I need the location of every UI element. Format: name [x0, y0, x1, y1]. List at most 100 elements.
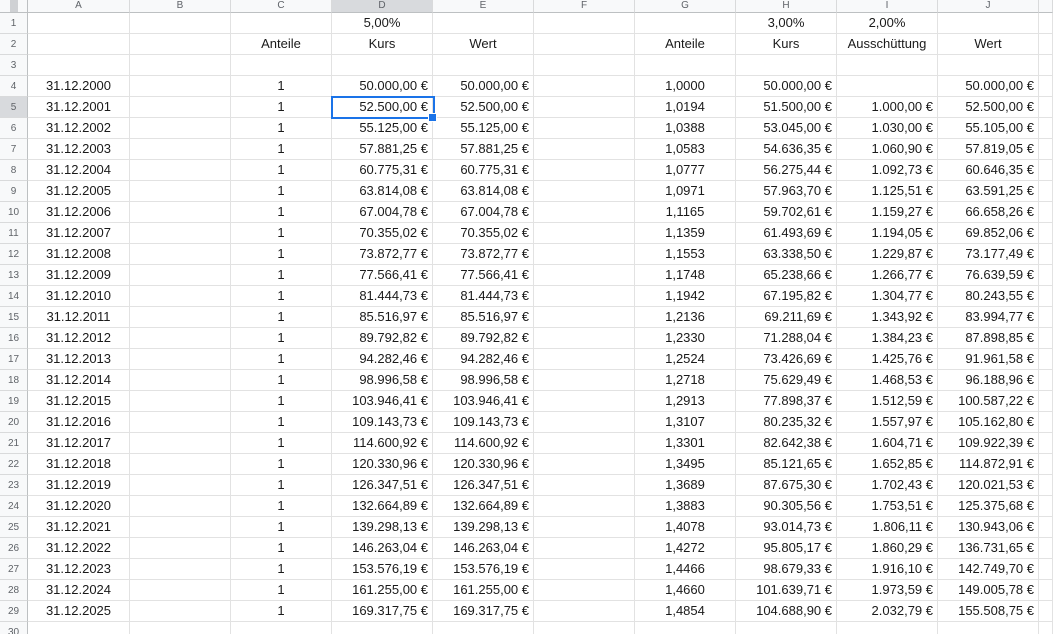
- cell-H14[interactable]: 67.195,82 €: [736, 286, 837, 307]
- cell-F29[interactable]: [534, 601, 635, 622]
- cell-D6[interactable]: 55.125,00 €: [332, 118, 433, 139]
- cell-I25[interactable]: 1.806,11 €: [837, 517, 938, 538]
- cell-F3[interactable]: [534, 55, 635, 76]
- cell-B15[interactable]: [130, 307, 231, 328]
- cell-G17[interactable]: 1,2524: [635, 349, 736, 370]
- cell-I26[interactable]: 1.860,29 €: [837, 538, 938, 559]
- cell-H28[interactable]: 101.639,71 €: [736, 580, 837, 601]
- row-header-23[interactable]: 23: [0, 475, 28, 496]
- cell-C9[interactable]: 1: [231, 181, 332, 202]
- cell-I8[interactable]: 1.092,73 €: [837, 160, 938, 181]
- cell-D9[interactable]: 63.814,08 €: [332, 181, 433, 202]
- cell-I18[interactable]: 1.468,53 €: [837, 370, 938, 391]
- cell-B10[interactable]: [130, 202, 231, 223]
- cell-D16[interactable]: 89.792,82 €: [332, 328, 433, 349]
- row-header-18[interactable]: 18: [0, 370, 28, 391]
- cell-I5[interactable]: 1.000,00 €: [837, 97, 938, 118]
- cell-J15[interactable]: 83.994,77 €: [938, 307, 1039, 328]
- cell-E2[interactable]: Wert: [433, 34, 534, 55]
- cell-E19[interactable]: 103.946,41 €: [433, 391, 534, 412]
- cell-I20[interactable]: 1.557,97 €: [837, 412, 938, 433]
- cell-H18[interactable]: 75.629,49 €: [736, 370, 837, 391]
- cell-partial-8[interactable]: [1039, 160, 1053, 181]
- cell-D10[interactable]: 67.004,78 €: [332, 202, 433, 223]
- cell-E5[interactable]: 52.500,00 €: [433, 97, 534, 118]
- cell-F16[interactable]: [534, 328, 635, 349]
- cell-H22[interactable]: 85.121,65 €: [736, 454, 837, 475]
- cell-A1[interactable]: [28, 13, 130, 34]
- cell-partial-14[interactable]: [1039, 286, 1053, 307]
- cell-A26[interactable]: 31.12.2022: [28, 538, 130, 559]
- cell-F18[interactable]: [534, 370, 635, 391]
- cell-B6[interactable]: [130, 118, 231, 139]
- cell-J24[interactable]: 125.375,68 €: [938, 496, 1039, 517]
- cell-D24[interactable]: 132.664,89 €: [332, 496, 433, 517]
- cell-C26[interactable]: 1: [231, 538, 332, 559]
- cell-J30[interactable]: [938, 622, 1039, 634]
- cell-H24[interactable]: 90.305,56 €: [736, 496, 837, 517]
- row-header-29[interactable]: 29: [0, 601, 28, 622]
- cell-G28[interactable]: 1,4660: [635, 580, 736, 601]
- cell-I11[interactable]: 1.194,05 €: [837, 223, 938, 244]
- column-header-B[interactable]: B: [130, 0, 231, 13]
- cell-J22[interactable]: 114.872,91 €: [938, 454, 1039, 475]
- cell-F13[interactable]: [534, 265, 635, 286]
- cell-I23[interactable]: 1.702,43 €: [837, 475, 938, 496]
- cell-E12[interactable]: 73.872,77 €: [433, 244, 534, 265]
- cell-E13[interactable]: 77.566,41 €: [433, 265, 534, 286]
- cell-D2[interactable]: Kurs: [332, 34, 433, 55]
- cell-C27[interactable]: 1: [231, 559, 332, 580]
- cell-J16[interactable]: 87.898,85 €: [938, 328, 1039, 349]
- cell-H7[interactable]: 54.636,35 €: [736, 139, 837, 160]
- cell-C3[interactable]: [231, 55, 332, 76]
- cell-E8[interactable]: 60.775,31 €: [433, 160, 534, 181]
- cell-H17[interactable]: 73.426,69 €: [736, 349, 837, 370]
- cell-E11[interactable]: 70.355,02 €: [433, 223, 534, 244]
- cell-partial-3[interactable]: [1039, 55, 1053, 76]
- row-header-24[interactable]: 24: [0, 496, 28, 517]
- cell-E29[interactable]: 169.317,75 €: [433, 601, 534, 622]
- cell-E16[interactable]: 89.792,82 €: [433, 328, 534, 349]
- cell-C20[interactable]: 1: [231, 412, 332, 433]
- cell-partial-11[interactable]: [1039, 223, 1053, 244]
- cell-C11[interactable]: 1: [231, 223, 332, 244]
- cell-partial-18[interactable]: [1039, 370, 1053, 391]
- cell-J12[interactable]: 73.177,49 €: [938, 244, 1039, 265]
- cell-A16[interactable]: 31.12.2012: [28, 328, 130, 349]
- cell-C22[interactable]: 1: [231, 454, 332, 475]
- cell-C15[interactable]: 1: [231, 307, 332, 328]
- cell-B2[interactable]: [130, 34, 231, 55]
- cell-partial-9[interactable]: [1039, 181, 1053, 202]
- cell-E26[interactable]: 146.263,04 €: [433, 538, 534, 559]
- cell-F30[interactable]: [534, 622, 635, 634]
- cell-A6[interactable]: 31.12.2002: [28, 118, 130, 139]
- cell-B4[interactable]: [130, 76, 231, 97]
- cell-D13[interactable]: 77.566,41 €: [332, 265, 433, 286]
- cell-C21[interactable]: 1: [231, 433, 332, 454]
- cell-G25[interactable]: 1,4078: [635, 517, 736, 538]
- cell-G2[interactable]: Anteile: [635, 34, 736, 55]
- cell-E9[interactable]: 63.814,08 €: [433, 181, 534, 202]
- row-header-14[interactable]: 14: [0, 286, 28, 307]
- cell-B5[interactable]: [130, 97, 231, 118]
- cell-partial-17[interactable]: [1039, 349, 1053, 370]
- cell-E1[interactable]: [433, 13, 534, 34]
- cell-A14[interactable]: 31.12.2010: [28, 286, 130, 307]
- cell-J2[interactable]: Wert: [938, 34, 1039, 55]
- row-header-17[interactable]: 17: [0, 349, 28, 370]
- cell-G10[interactable]: 1,1165: [635, 202, 736, 223]
- cell-F4[interactable]: [534, 76, 635, 97]
- cell-J9[interactable]: 63.591,25 €: [938, 181, 1039, 202]
- cell-G20[interactable]: 1,3107: [635, 412, 736, 433]
- cell-D8[interactable]: 60.775,31 €: [332, 160, 433, 181]
- cell-E21[interactable]: 114.600,92 €: [433, 433, 534, 454]
- cell-C16[interactable]: 1: [231, 328, 332, 349]
- cell-partial-24[interactable]: [1039, 496, 1053, 517]
- cell-H16[interactable]: 71.288,04 €: [736, 328, 837, 349]
- row-header-6[interactable]: 6: [0, 118, 28, 139]
- cell-partial-28[interactable]: [1039, 580, 1053, 601]
- cell-I15[interactable]: 1.343,92 €: [837, 307, 938, 328]
- cell-B12[interactable]: [130, 244, 231, 265]
- cell-H5[interactable]: 51.500,00 €: [736, 97, 837, 118]
- cell-H9[interactable]: 57.963,70 €: [736, 181, 837, 202]
